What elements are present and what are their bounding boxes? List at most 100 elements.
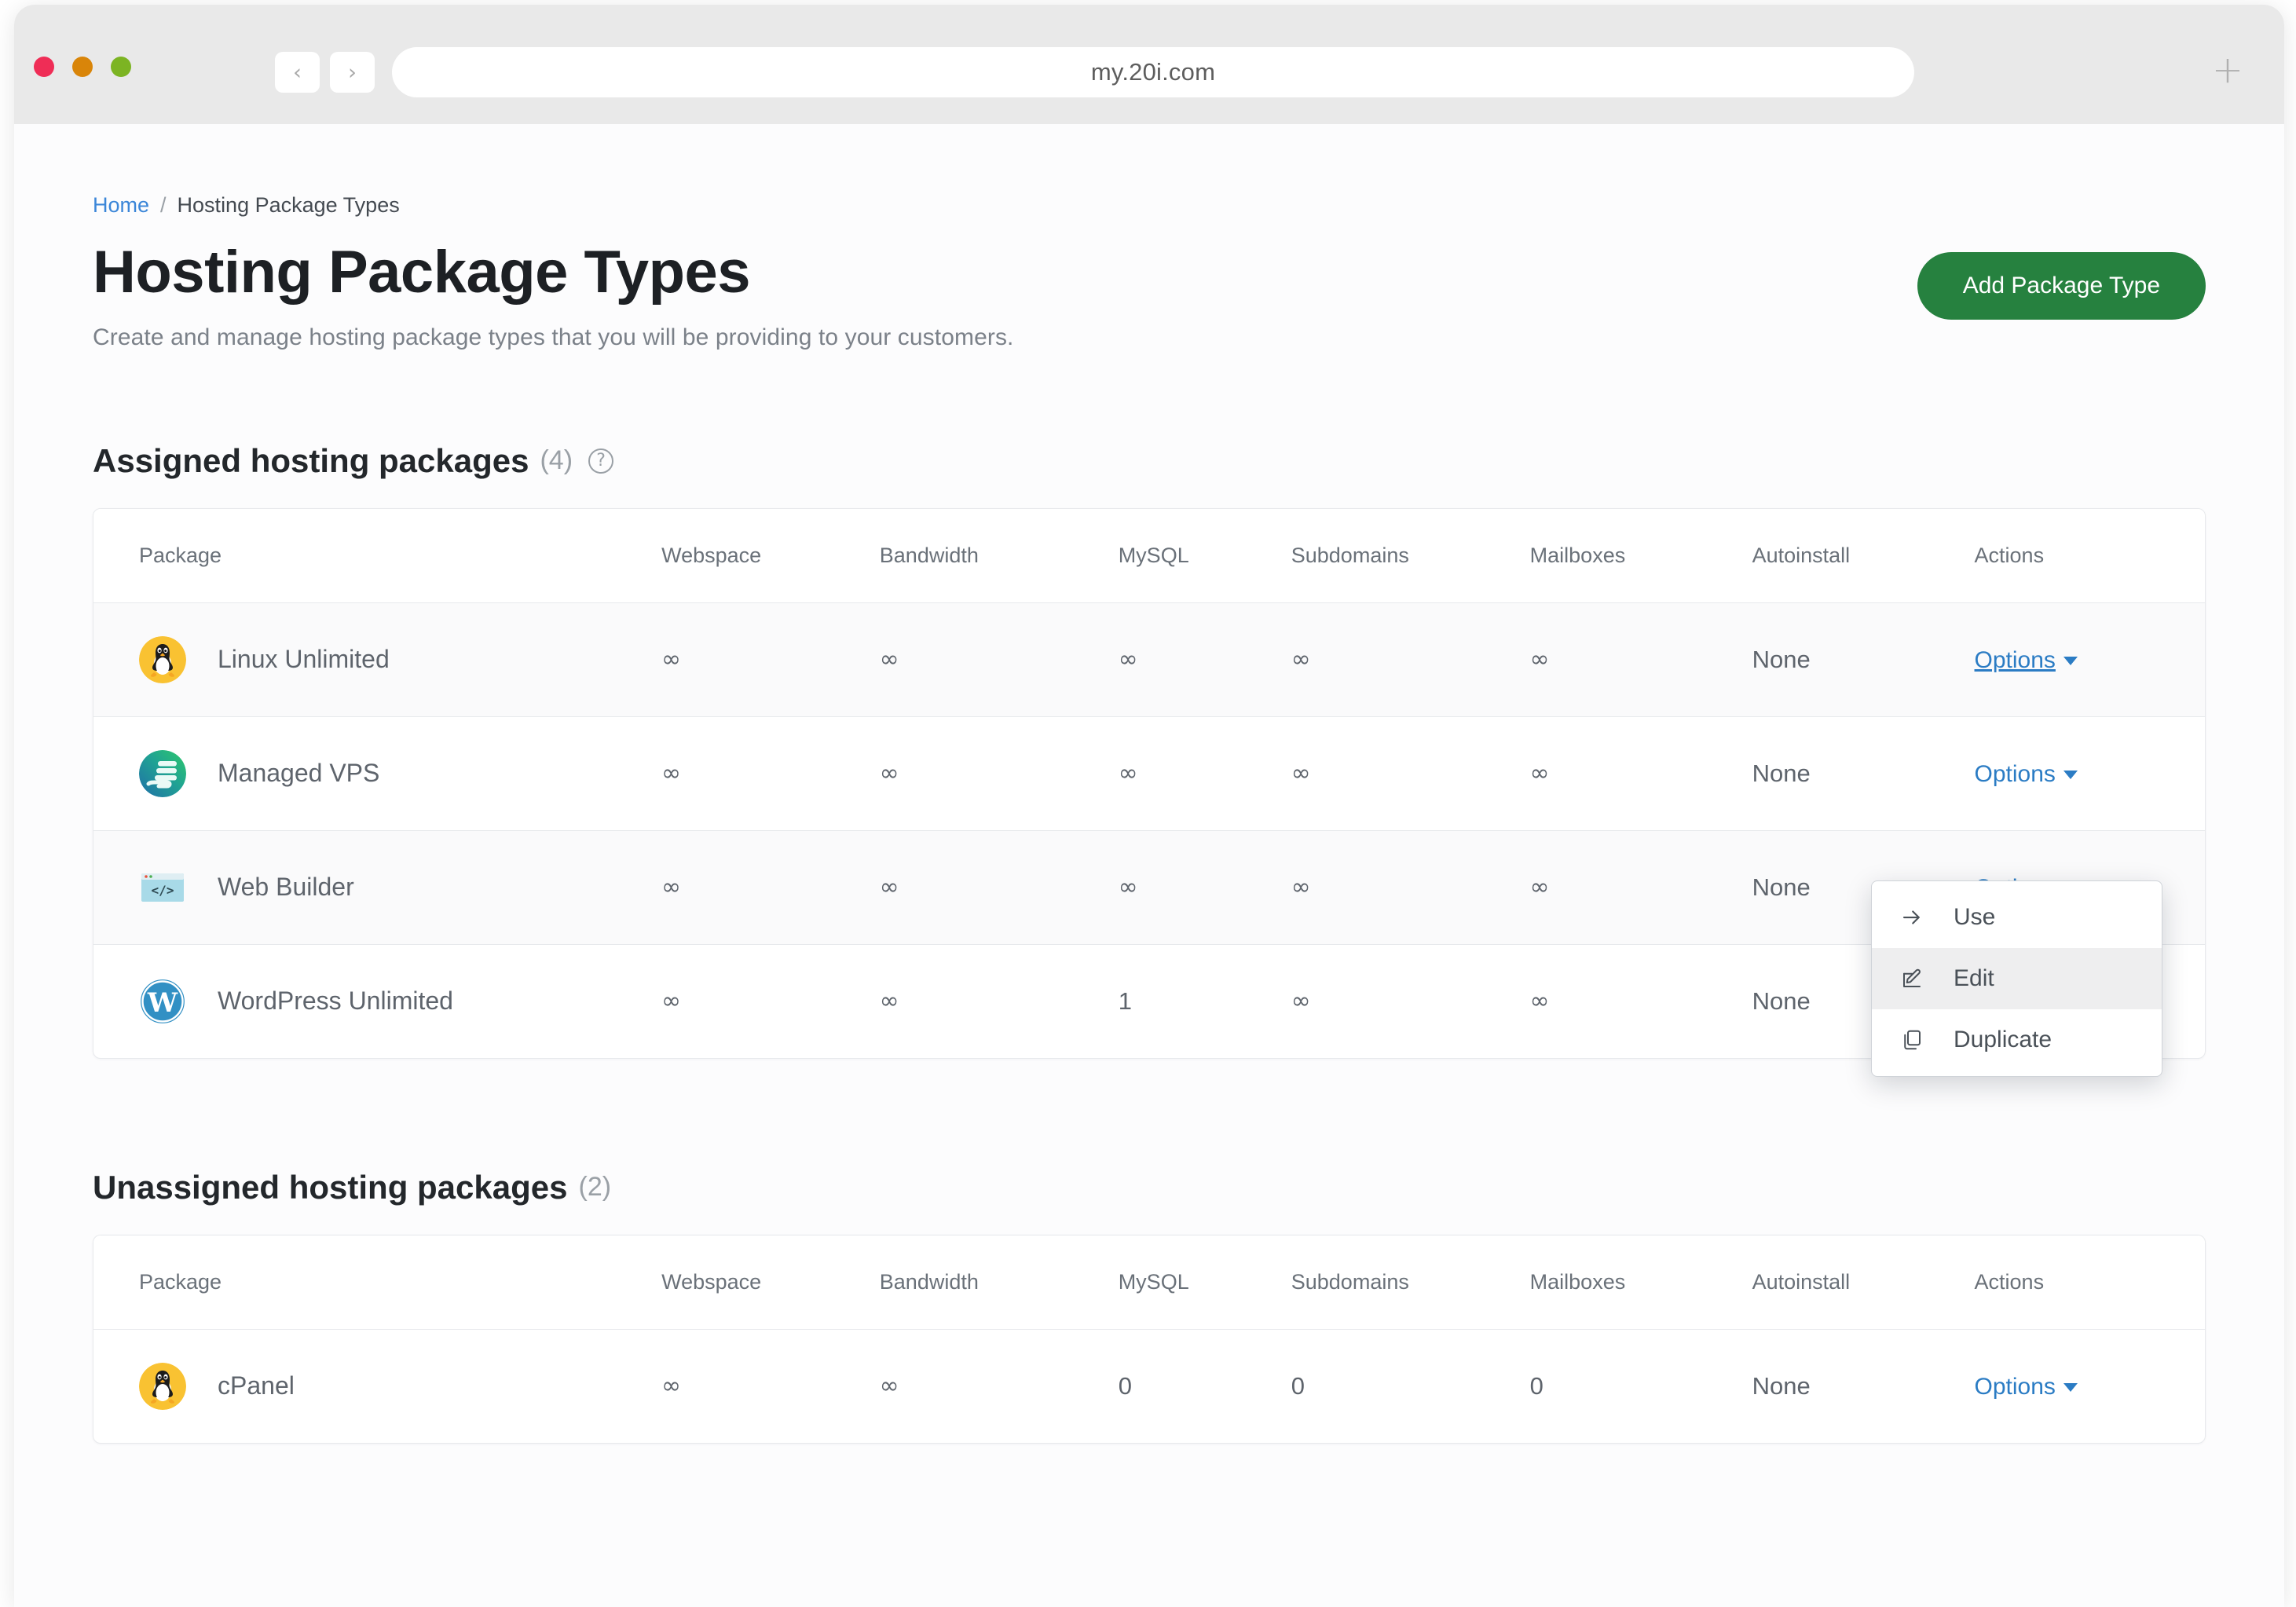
webspace-value: ∞ <box>661 602 880 717</box>
webspace-value: ∞ <box>661 1372 682 1400</box>
actions-cell: Options <box>1974 716 2205 831</box>
menu-item-label: Use <box>1954 904 1996 930</box>
page-title: Hosting Package Types <box>93 239 751 306</box>
options-dropdown-menu: Use Edit Duplicate <box>1871 880 2162 1077</box>
linux-penguin-icon <box>139 635 186 683</box>
table-header: Package Webspace Bandwidth MySQL Subdoma… <box>93 508 2205 603</box>
subdomains-value: ∞ <box>1291 987 1311 1016</box>
col-header-mailboxes: Mailboxes <box>1529 508 1752 603</box>
mailboxes-value: ∞ <box>1529 602 1752 717</box>
menu-item-label: Edit <box>1954 965 1994 991</box>
col-header-mailboxes: Mailboxes <box>1529 1235 1752 1330</box>
col-header-package: Package <box>93 508 662 603</box>
address-bar[interactable]: my.20i.com <box>392 47 1914 97</box>
options-dropdown-toggle[interactable]: Options <box>1975 647 2078 673</box>
package-name: WordPress Unlimited <box>218 987 453 1016</box>
col-header-webspace: Webspace <box>661 1235 880 1330</box>
close-window-button[interactable] <box>34 57 54 77</box>
browser-chrome: ‹ › my.20i.com + <box>14 5 2284 124</box>
managed-vps-icon <box>139 749 186 797</box>
col-header-subdomains: Subdomains <box>1291 508 1530 603</box>
col-header-package: Package <box>93 1235 662 1330</box>
col-header-mysql: MySQL <box>1118 1235 1291 1330</box>
web-builder-icon: </> <box>139 864 186 911</box>
chevron-down-icon <box>2063 771 2078 780</box>
table-row[interactable]: Managed VPS ∞ ∞ ∞ ∞ ∞ None Options <box>93 716 2205 831</box>
url-text: my.20i.com <box>1090 58 1216 86</box>
breadcrumb-current: Hosting Package Types <box>177 193 400 217</box>
package-name: Web Builder <box>218 873 354 902</box>
table-row[interactable]: cPanel ∞ ∞ 0 0 0 None Options <box>93 1329 2205 1443</box>
package-name: cPanel <box>218 1371 295 1400</box>
unassigned-packages-table: Package Webspace Bandwidth MySQL Subdoma… <box>93 1235 2205 1443</box>
bandwidth-value: ∞ <box>879 716 1119 831</box>
breadcrumb-separator: / <box>160 193 167 217</box>
mailboxes-value: ∞ <box>1529 716 1752 831</box>
table-row[interactable]: Linux Unlimited ∞ ∞ ∞ ∞ ∞ None Options <box>93 602 2205 717</box>
mailboxes-value: ∞ <box>1529 987 1550 1016</box>
col-header-mysql: MySQL <box>1118 508 1291 603</box>
window-traffic-lights <box>34 57 131 77</box>
menu-item-duplicate[interactable]: Duplicate <box>1872 1009 2162 1071</box>
page-subtitle: Create and manage hosting package types … <box>93 324 1014 350</box>
add-package-type-button[interactable]: Add Package Type <box>1917 252 2206 320</box>
unassigned-packages-body: cPanel ∞ ∞ 0 0 0 None Options <box>93 1329 2205 1443</box>
help-circle-icon[interactable]: ? <box>588 448 614 474</box>
menu-item-label: Duplicate <box>1954 1027 2052 1052</box>
page-content: Home / Hosting Package Types Hosting Pac… <box>14 124 2284 1444</box>
package-cell: W WordPress Unlimited <box>93 944 661 1058</box>
page-header-text: Hosting Package Types Create and manage … <box>93 241 1014 351</box>
menu-item-edit[interactable]: Edit <box>1872 948 2162 1009</box>
table-header: Package Webspace Bandwidth MySQL Subdoma… <box>93 1235 2205 1330</box>
breadcrumb: Home / Hosting Package Types <box>93 124 2206 218</box>
page-body: Home / Hosting Package Types Hosting Pac… <box>14 124 2284 1607</box>
package-cell: Linux Unlimited <box>93 602 662 717</box>
subdomains-value: ∞ <box>1291 716 1530 831</box>
wordpress-icon: W <box>139 977 186 1025</box>
actions-cell: Options <box>1975 1329 2205 1443</box>
col-header-subdomains: Subdomains <box>1291 1235 1530 1330</box>
menu-item-use[interactable]: Use <box>1872 887 2162 948</box>
mailboxes-value: 0 <box>1529 1371 1543 1400</box>
col-header-autoinstall: Autoinstall <box>1752 1235 1975 1330</box>
page-header: Hosting Package Types Create and manage … <box>93 241 2206 351</box>
subdomains-value: 0 <box>1291 1371 1305 1400</box>
package-cell: </> Web Builder <box>93 830 662 945</box>
section-count: (4) <box>540 445 573 476</box>
chevron-down-icon <box>2063 657 2078 666</box>
autoinstall-value: None <box>1752 716 1975 831</box>
forward-button[interactable]: › <box>330 52 375 93</box>
mysql-value: ∞ <box>1118 830 1291 945</box>
col-header-actions: Actions <box>1974 1235 2205 1330</box>
options-dropdown-toggle[interactable]: Options <box>1975 761 2078 787</box>
arrow-right-icon <box>1899 904 1925 931</box>
mysql-value: 0 <box>1118 1371 1132 1400</box>
new-tab-button[interactable]: + <box>2210 51 2246 90</box>
mysql-value: ∞ <box>1118 716 1291 831</box>
col-header-webspace: Webspace <box>661 508 880 603</box>
back-button[interactable]: ‹ <box>275 52 320 93</box>
unassigned-packages-heading: Unassigned hosting packages (2) <box>93 1169 2206 1206</box>
col-header-autoinstall: Autoinstall <box>1752 508 1975 603</box>
mailboxes-value: ∞ <box>1529 830 1752 945</box>
bandwidth-value: ∞ <box>879 987 899 1016</box>
mysql-value: ∞ <box>1118 602 1291 717</box>
pencil-square-icon <box>1899 965 1925 992</box>
options-dropdown-toggle[interactable]: Options <box>1975 1374 2078 1400</box>
package-name: Managed VPS <box>218 759 380 788</box>
svg-text:W: W <box>147 987 178 1019</box>
package-name: Linux Unlimited <box>218 645 390 674</box>
browser-window: ‹ › my.20i.com + Home / Hosting Package … <box>14 5 2284 1607</box>
section-title: Assigned hosting packages <box>93 441 529 479</box>
actions-cell: Options <box>1974 602 2205 717</box>
section-title: Unassigned hosting packages <box>93 1168 568 1206</box>
minimize-window-button[interactable] <box>72 57 93 77</box>
webspace-value: ∞ <box>661 987 682 1016</box>
webspace-value: ∞ <box>661 830 880 945</box>
options-label: Options <box>1974 760 2056 787</box>
subdomains-value: ∞ <box>1291 602 1530 717</box>
maximize-window-button[interactable] <box>111 57 131 77</box>
breadcrumb-home-link[interactable]: Home <box>93 193 149 218</box>
autoinstall-value: None <box>1752 1371 1811 1400</box>
linux-penguin-icon <box>139 1362 186 1410</box>
